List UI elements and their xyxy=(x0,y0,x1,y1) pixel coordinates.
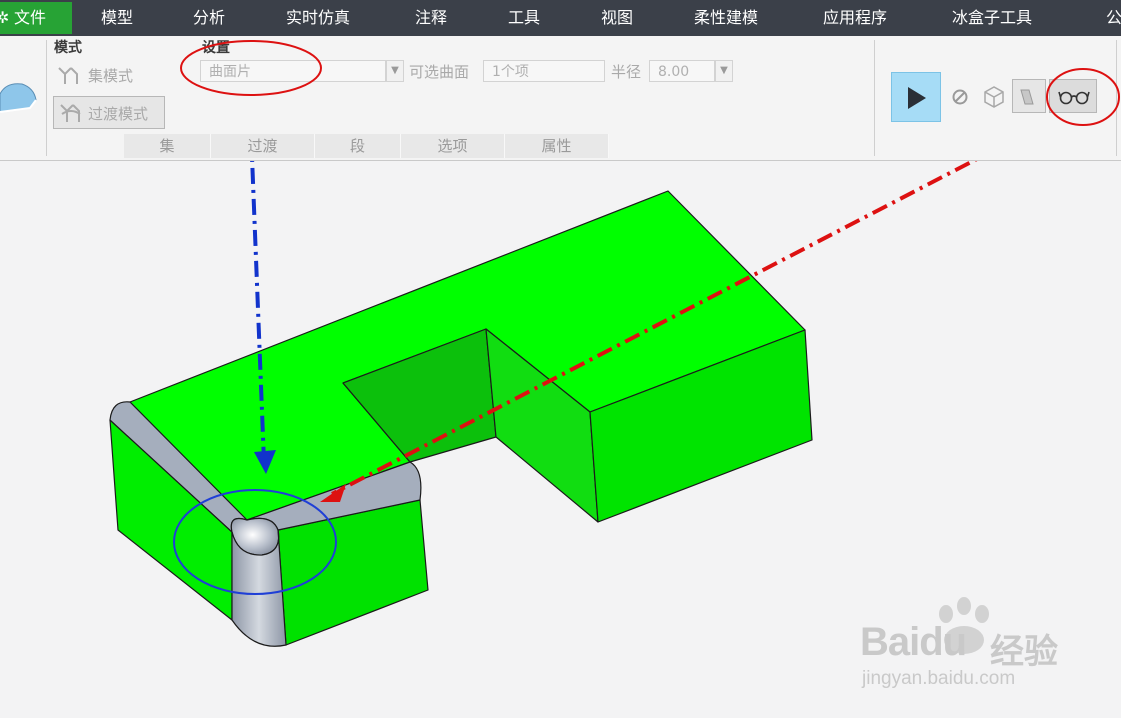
tab-pieces[interactable]: 段 xyxy=(315,134,401,158)
menu-analysis[interactable]: 分析 xyxy=(193,0,225,36)
settings-group-title: 设置 xyxy=(202,40,230,56)
play-button[interactable] xyxy=(891,72,941,122)
menu-model[interactable]: 模型 xyxy=(101,0,133,36)
menu-more[interactable]: 公 xyxy=(1106,0,1121,36)
transition-mode-label: 过渡模式 xyxy=(88,105,149,123)
set-mode-label: 集模式 xyxy=(88,67,134,85)
app-logo-icon: ✲ xyxy=(0,8,10,27)
type-dropdown-arrow[interactable]: ▼ xyxy=(386,60,404,82)
optional-surface-label: 可选曲面 xyxy=(409,63,470,81)
menu-flexible-modeling[interactable]: 柔性建模 xyxy=(694,0,758,36)
feature-preview-icon xyxy=(1020,89,1034,105)
optional-surface-field[interactable]: 1个项 xyxy=(483,60,605,82)
watermark-product: 经验 xyxy=(990,633,1058,671)
menu-icebox-tools[interactable]: 冰盒子工具 xyxy=(952,0,1032,36)
menu-file[interactable]: ✲ 文件 xyxy=(0,2,72,34)
watermark-url: jingyan.baidu.com xyxy=(862,668,1016,689)
set-mode-icon xyxy=(58,67,78,84)
ribbon-separator xyxy=(46,40,47,156)
transition-mode-icon xyxy=(60,104,81,122)
tab-transitions[interactable]: 过渡 xyxy=(211,134,315,158)
verify-mode-button[interactable] xyxy=(1049,79,1097,113)
menu-applications[interactable]: 应用程序 xyxy=(823,0,887,36)
green-solid-part[interactable] xyxy=(109,190,813,646)
radius-field[interactable]: 8.00 xyxy=(649,60,715,82)
transition-mode-button[interactable]: 过渡模式 xyxy=(53,96,165,129)
mode-group-title: 模式 xyxy=(54,40,82,56)
menu-bar: ✲ 文件 模型 分析 实时仿真 注释 工具 视图 柔性建模 应用程序 冰盒子工具… xyxy=(0,0,1121,36)
verify-icon[interactable] xyxy=(981,84,1007,110)
menu-file-label: 文件 xyxy=(14,8,47,27)
type-dropdown[interactable]: 曲面片 xyxy=(200,60,386,82)
menu-realtime-sim[interactable]: 实时仿真 xyxy=(286,0,350,36)
tab-options[interactable]: 选项 xyxy=(401,134,505,158)
menu-tools[interactable]: 工具 xyxy=(508,0,540,36)
tab-properties[interactable]: 属性 xyxy=(505,134,609,158)
menu-annotate[interactable]: 注释 xyxy=(415,0,447,36)
watermark-brand: Baidu xyxy=(860,620,967,664)
pause-icon[interactable] xyxy=(951,88,969,106)
round-feature-icon xyxy=(0,83,37,113)
ribbon-separator xyxy=(1116,40,1117,156)
ribbon: 模式 集模式 过渡模式 设置 曲面片 ▼ 可选曲面 1个项 半径 8.00 ▼ … xyxy=(0,36,1121,161)
radius-label: 半径 xyxy=(611,63,642,81)
menu-view[interactable]: 视图 xyxy=(601,0,633,36)
ribbon-separator xyxy=(874,40,875,156)
tab-sets[interactable]: 集 xyxy=(124,134,211,158)
feature-preview-button[interactable] xyxy=(1012,79,1046,113)
glasses-icon xyxy=(1058,91,1090,105)
play-icon xyxy=(908,87,926,109)
radius-dropdown-arrow[interactable]: ▼ xyxy=(715,60,733,82)
set-mode-button[interactable]: 集模式 xyxy=(56,64,156,88)
